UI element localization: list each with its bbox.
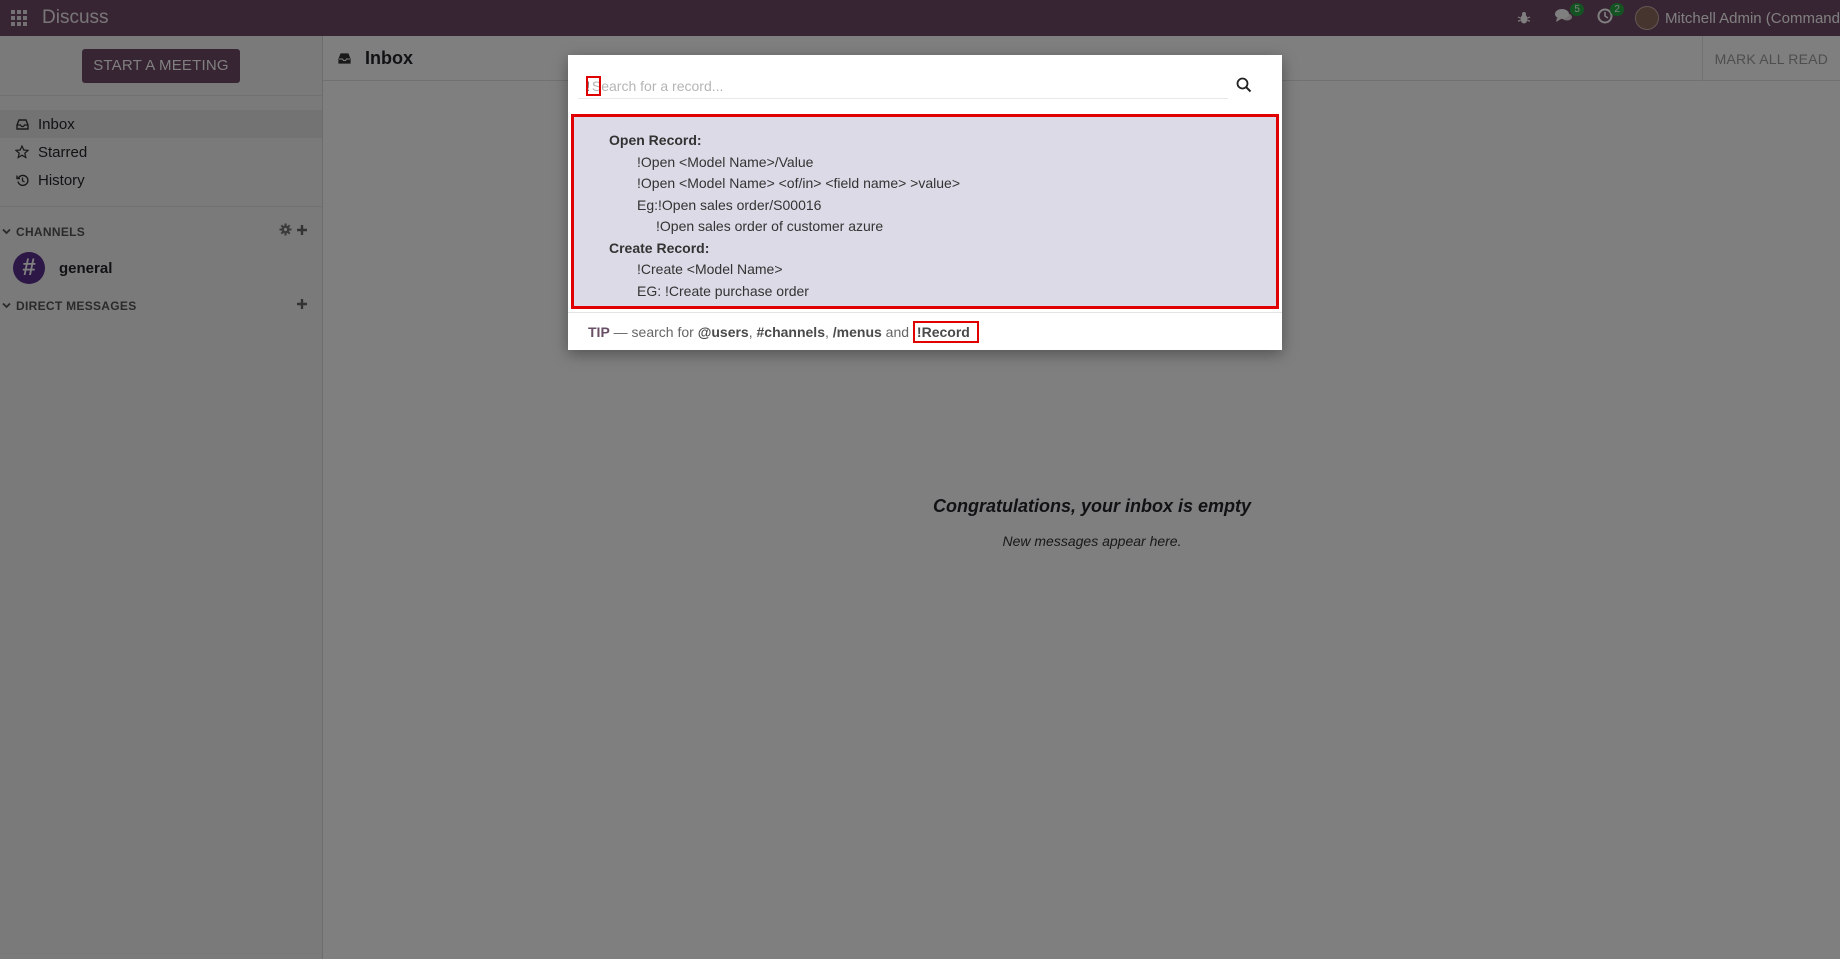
help-line: !Create <Model Name>	[637, 261, 783, 277]
search-icon[interactable]	[1236, 77, 1254, 95]
tip-channels: #channels	[756, 323, 825, 340]
command-palette: ! Open Record: !Open <Model Name>/Value …	[568, 55, 1282, 350]
help-line: !Open <Model Name>/Value	[637, 153, 814, 170]
command-search-row: !	[578, 68, 1268, 104]
help-line: !Open sales order of customer azure	[656, 218, 884, 234]
help-heading: Create Record:	[609, 239, 710, 256]
command-search-box[interactable]: !	[578, 73, 1228, 99]
prefix-highlight	[586, 76, 601, 96]
help-heading: Open Record:	[609, 132, 702, 148]
tip-label: TIP	[588, 323, 610, 340]
tip-sep: ,	[824, 323, 833, 340]
tip-and: and	[881, 323, 913, 340]
tip-record: !Record	[912, 320, 979, 343]
command-help-panel: Open Record: !Open <Model Name>/Value !O…	[571, 114, 1279, 309]
tip-users: @users	[697, 323, 749, 340]
tip-text: — search for	[609, 323, 698, 340]
tip-menus: /menus	[832, 323, 882, 340]
search-input[interactable]	[591, 77, 1192, 94]
help-line: !Open <Model Name> <of/in> <field name> …	[637, 175, 960, 191]
command-tip: TIP — search for @users , #channels , /m…	[568, 312, 1282, 350]
help-line: EG: !Create purchase order	[637, 282, 809, 299]
help-line: Eg:!Open sales order/S00016	[637, 196, 822, 213]
tip-sep: ,	[748, 323, 757, 340]
